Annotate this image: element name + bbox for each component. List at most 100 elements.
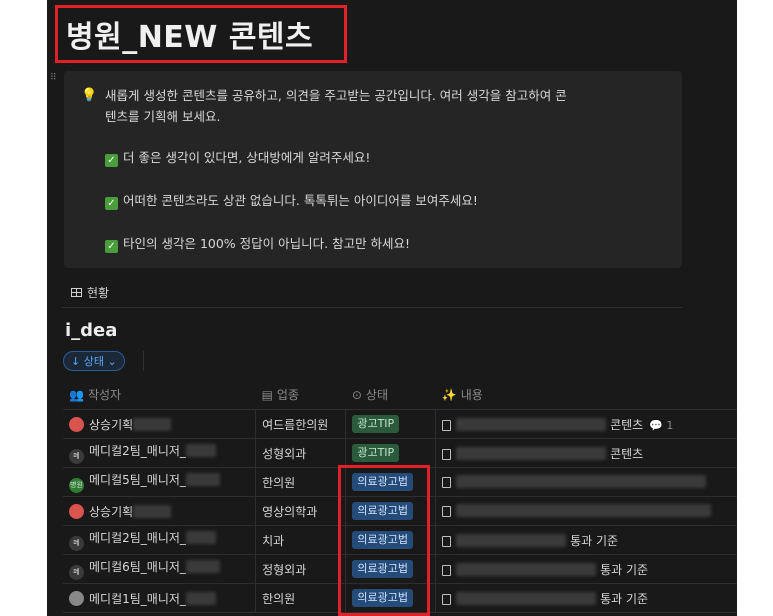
- divider: [62, 307, 682, 308]
- content-cell[interactable]: 콘텐츠: [435, 438, 737, 468]
- table-row[interactable]: 메디컬1팀_매니저_ 한의원 의료광고법 통과 기준: [63, 583, 737, 613]
- database-title[interactable]: i_dea: [65, 320, 117, 341]
- document-icon: [442, 593, 452, 605]
- avatar: [69, 590, 84, 606]
- column-header-category[interactable]: ▤ 업종: [255, 380, 346, 410]
- category-cell[interactable]: 영상의학과: [255, 496, 347, 526]
- category-cell[interactable]: 치과: [255, 525, 347, 555]
- redacted-text: [456, 591, 597, 605]
- avatar: 메: [69, 536, 84, 551]
- status-badge: 의료광고법: [352, 560, 413, 578]
- redacted-text: [133, 504, 172, 518]
- table-row[interactable]: 메 메디컬6팀_매니저_ 정형외과 의료광고법 통과 기준: [63, 554, 737, 584]
- content-cell[interactable]: 통과 기준: [435, 583, 737, 613]
- lightbulb-icon: 💡: [81, 88, 98, 103]
- ai-sparkle-icon: ✨: [441, 388, 457, 402]
- document-icon: [442, 419, 452, 431]
- table-icon: [71, 288, 82, 297]
- status-cell[interactable]: 의료광고법: [345, 467, 437, 497]
- column-header-content[interactable]: ✨ 내용: [435, 380, 737, 410]
- callout-block: 💡 새롭게 생성한 콘텐츠를 공유하고, 의견을 주고받는 공간입니다. 여러 …: [64, 71, 682, 268]
- content-cell[interactable]: 콘텐츠 💬 1: [435, 409, 737, 439]
- table-row[interactable]: 병원 메디컬5팀_매니저_ 한의원 의료광고법: [63, 467, 737, 497]
- author-cell[interactable]: 메 메디컬6팀_매니저_: [63, 554, 257, 584]
- status-cell[interactable]: 의료광고법: [345, 554, 437, 584]
- avatar: 병원: [69, 478, 84, 493]
- avatar: [69, 416, 84, 432]
- redacted-text: [185, 591, 216, 605]
- category-cell[interactable]: 한의원: [255, 583, 347, 613]
- avatar: [69, 503, 84, 519]
- table-row[interactable]: 상승기획 영상의학과 의료광고법: [63, 496, 737, 526]
- redacted-text: [456, 417, 607, 431]
- author-cell[interactable]: 메디컬1팀_매니저_: [63, 583, 257, 613]
- callout-item: ✓ 어떠한 콘텐츠라도 상관 없습니다. 톡톡튀는 아이디어를 보여주세요!: [105, 190, 665, 211]
- status-badge: 의료광고법: [352, 473, 413, 491]
- category-cell[interactable]: 성형외과: [255, 438, 347, 468]
- page-title-highlight: 병원_NEW 콘텐츠: [55, 5, 347, 63]
- status-badge: 의료광고법: [352, 502, 413, 520]
- redacted-text: [456, 533, 567, 547]
- callout-intro: 새롭게 생성한 콘텐츠를 공유하고, 의견을 주고받는 공간입니다. 여러 생각…: [105, 85, 665, 127]
- content-cell[interactable]: 통과 기준: [435, 525, 737, 555]
- avatar: 메: [69, 449, 84, 464]
- drag-handle-icon[interactable]: ⠿: [50, 74, 60, 90]
- divider: [143, 351, 144, 371]
- author-cell[interactable]: 병원 메디컬5팀_매니저_: [63, 467, 257, 497]
- notion-page: 병원_NEW 콘텐츠 ⠿ 💡 새롭게 생성한 콘텐츠를 공유하고, 의견을 주고…: [47, 0, 737, 616]
- redacted-text: [185, 560, 220, 573]
- people-icon: 👥: [69, 388, 84, 402]
- view-tab-label: 현황: [87, 286, 110, 300]
- redacted-text: [456, 504, 712, 517]
- status-cell[interactable]: 의료광고법: [345, 525, 437, 555]
- category-cell[interactable]: 한의원: [255, 467, 347, 497]
- author-cell[interactable]: 메 메디컬2팀_매니저_: [63, 525, 257, 555]
- status-filter-button[interactable]: ↓ 상태 ⌄: [63, 351, 125, 371]
- callout-item: ✓ 타인의 생각은 100% 정답이 아닙니다. 참고만 하세요!: [105, 233, 665, 254]
- table-header-row: 👥 작성자 ▤ 업종 ⊙ 상태 ✨ 내용: [63, 380, 737, 410]
- table-row[interactable]: 상승기획 여드름한의원 광고TIP 콘텐츠 💬 1: [63, 409, 737, 439]
- status-badge: 광고TIP: [352, 444, 400, 462]
- content-cell[interactable]: [435, 496, 737, 526]
- category-cell[interactable]: 여드름한의원: [255, 409, 347, 439]
- callout-intro-line1: 새롭게 생성한 콘텐츠를 공유하고, 의견을 주고받는 공간입니다. 여러 생각…: [105, 88, 567, 103]
- author-cell[interactable]: 상승기획: [63, 496, 257, 526]
- comment-count[interactable]: 💬 1: [649, 419, 673, 432]
- table-row[interactable]: 메 메디컬2팀_매니저_ 성형외과 광고TIP 콘텐츠: [63, 438, 737, 468]
- select-icon: ▤: [261, 388, 273, 402]
- author-cell[interactable]: 상승기획: [63, 409, 257, 439]
- document-icon: [442, 477, 452, 488]
- avatar: 메: [69, 565, 84, 580]
- callout-item: ✓ 더 좋은 생각이 있다면, 상대방에게 알려주세요!: [105, 147, 665, 168]
- status-badge: 의료광고법: [352, 531, 413, 549]
- author-cell[interactable]: 메 메디컬2팀_매니저_: [63, 438, 257, 468]
- document-icon: [442, 564, 452, 576]
- redacted-text: [185, 531, 216, 544]
- check-mark-icon: ✓: [105, 154, 118, 167]
- content-cell[interactable]: [435, 467, 737, 497]
- view-tab-status[interactable]: 현황: [71, 284, 109, 301]
- redacted-text: [456, 562, 597, 576]
- database-table: 👥 작성자 ▤ 업종 ⊙ 상태 ✨ 내용 상승기획 여드름한의원 광고TIP 콘텐츠 💬 …: [63, 380, 737, 613]
- status-cell[interactable]: 광고TIP: [345, 438, 437, 468]
- status-cell[interactable]: 의료광고법: [345, 496, 437, 526]
- status-icon: ⊙: [351, 388, 362, 402]
- page-title: 병원_NEW 콘텐츠: [66, 20, 314, 55]
- category-cell[interactable]: 정형외과: [255, 554, 347, 584]
- column-header-status[interactable]: ⊙ 상태: [345, 380, 436, 410]
- callout-intro-line2: 텐츠를 기획해 보세요.: [105, 109, 221, 124]
- check-mark-icon: ✓: [105, 240, 118, 253]
- content-cell[interactable]: 통과 기준: [435, 554, 737, 584]
- redacted-text: [185, 444, 216, 457]
- status-badge: 의료광고법: [352, 589, 413, 607]
- redacted-text: [133, 417, 172, 431]
- document-icon: [442, 506, 452, 517]
- table-row[interactable]: 메 메디컬2팀_매니저_ 치과 의료광고법 통과 기준: [63, 525, 737, 555]
- column-header-author[interactable]: 👥 작성자: [63, 380, 256, 410]
- status-badge: 광고TIP: [352, 415, 400, 433]
- status-cell[interactable]: 광고TIP: [345, 409, 437, 439]
- status-cell[interactable]: 의료광고법: [345, 583, 437, 613]
- redacted-text: [456, 475, 707, 488]
- redacted-text: [185, 473, 220, 486]
- document-icon: [442, 535, 452, 547]
